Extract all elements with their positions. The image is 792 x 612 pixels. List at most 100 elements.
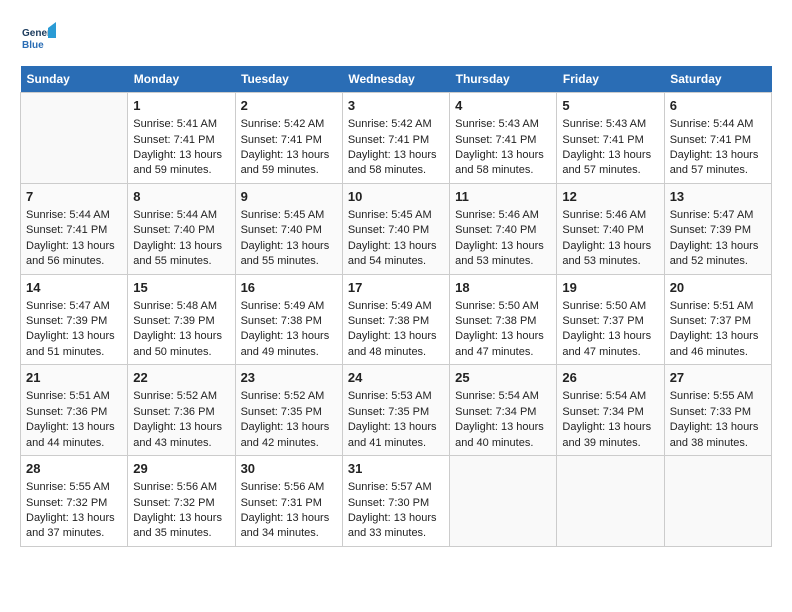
calendar-cell: 21Sunrise: 5:51 AMSunset: 7:36 PMDayligh… [21, 365, 128, 456]
sunrise-text: Sunrise: 5:56 AM [133, 480, 229, 495]
daylight-text: Daylight: 13 hours and 57 minutes. [670, 148, 766, 179]
day-header-sunday: Sunday [21, 66, 128, 93]
day-number: 28 [26, 460, 122, 478]
sunset-text: Sunset: 7:33 PM [670, 405, 766, 420]
sunset-text: Sunset: 7:41 PM [455, 133, 551, 148]
daylight-text: Daylight: 13 hours and 37 minutes. [26, 511, 122, 542]
sunrise-text: Sunrise: 5:51 AM [26, 389, 122, 404]
day-number: 22 [133, 369, 229, 387]
sunset-text: Sunset: 7:39 PM [26, 314, 122, 329]
sunrise-text: Sunrise: 5:45 AM [348, 208, 444, 223]
calendar-cell: 17Sunrise: 5:49 AMSunset: 7:38 PMDayligh… [342, 274, 449, 365]
sunset-text: Sunset: 7:30 PM [348, 496, 444, 511]
daylight-text: Daylight: 13 hours and 52 minutes. [670, 239, 766, 270]
calendar-cell: 15Sunrise: 5:48 AMSunset: 7:39 PMDayligh… [128, 274, 235, 365]
sunset-text: Sunset: 7:41 PM [26, 223, 122, 238]
day-number: 17 [348, 279, 444, 297]
sunset-text: Sunset: 7:36 PM [133, 405, 229, 420]
daylight-text: Daylight: 13 hours and 34 minutes. [241, 511, 337, 542]
day-number: 12 [562, 188, 658, 206]
calendar-cell: 18Sunrise: 5:50 AMSunset: 7:38 PMDayligh… [450, 274, 557, 365]
daylight-text: Daylight: 13 hours and 54 minutes. [348, 239, 444, 270]
daylight-text: Daylight: 13 hours and 35 minutes. [133, 511, 229, 542]
day-number: 11 [455, 188, 551, 206]
day-number: 8 [133, 188, 229, 206]
sunrise-text: Sunrise: 5:41 AM [133, 117, 229, 132]
calendar-cell [450, 456, 557, 547]
day-header-monday: Monday [128, 66, 235, 93]
daylight-text: Daylight: 13 hours and 58 minutes. [455, 148, 551, 179]
sunset-text: Sunset: 7:34 PM [455, 405, 551, 420]
calendar-cell: 2Sunrise: 5:42 AMSunset: 7:41 PMDaylight… [235, 93, 342, 184]
sunset-text: Sunset: 7:32 PM [133, 496, 229, 511]
sunset-text: Sunset: 7:34 PM [562, 405, 658, 420]
daylight-text: Daylight: 13 hours and 51 minutes. [26, 329, 122, 360]
calendar-cell: 9Sunrise: 5:45 AMSunset: 7:40 PMDaylight… [235, 183, 342, 274]
daylight-text: Daylight: 13 hours and 53 minutes. [562, 239, 658, 270]
calendar-cell [21, 93, 128, 184]
daylight-text: Daylight: 13 hours and 59 minutes. [241, 148, 337, 179]
logo: General Blue [20, 20, 60, 56]
sunset-text: Sunset: 7:40 PM [348, 223, 444, 238]
sunset-text: Sunset: 7:38 PM [348, 314, 444, 329]
sunset-text: Sunset: 7:39 PM [133, 314, 229, 329]
sunset-text: Sunset: 7:35 PM [241, 405, 337, 420]
calendar-cell: 13Sunrise: 5:47 AMSunset: 7:39 PMDayligh… [664, 183, 771, 274]
day-number: 19 [562, 279, 658, 297]
sunrise-text: Sunrise: 5:49 AM [241, 299, 337, 314]
daylight-text: Daylight: 13 hours and 41 minutes. [348, 420, 444, 451]
sunset-text: Sunset: 7:41 PM [241, 133, 337, 148]
sunset-text: Sunset: 7:36 PM [26, 405, 122, 420]
sunset-text: Sunset: 7:41 PM [562, 133, 658, 148]
day-number: 4 [455, 97, 551, 115]
page-header: General Blue [20, 20, 772, 56]
calendar-cell: 12Sunrise: 5:46 AMSunset: 7:40 PMDayligh… [557, 183, 664, 274]
daylight-text: Daylight: 13 hours and 42 minutes. [241, 420, 337, 451]
calendar-cell: 10Sunrise: 5:45 AMSunset: 7:40 PMDayligh… [342, 183, 449, 274]
sunset-text: Sunset: 7:40 PM [562, 223, 658, 238]
daylight-text: Daylight: 13 hours and 53 minutes. [455, 239, 551, 270]
sunset-text: Sunset: 7:38 PM [241, 314, 337, 329]
sunrise-text: Sunrise: 5:57 AM [348, 480, 444, 495]
day-number: 26 [562, 369, 658, 387]
daylight-text: Daylight: 13 hours and 40 minutes. [455, 420, 551, 451]
calendar-week-row: 21Sunrise: 5:51 AMSunset: 7:36 PMDayligh… [21, 365, 772, 456]
sunset-text: Sunset: 7:35 PM [348, 405, 444, 420]
daylight-text: Daylight: 13 hours and 47 minutes. [562, 329, 658, 360]
calendar-cell: 19Sunrise: 5:50 AMSunset: 7:37 PMDayligh… [557, 274, 664, 365]
daylight-text: Daylight: 13 hours and 49 minutes. [241, 329, 337, 360]
day-number: 16 [241, 279, 337, 297]
day-number: 5 [562, 97, 658, 115]
calendar-cell: 1Sunrise: 5:41 AMSunset: 7:41 PMDaylight… [128, 93, 235, 184]
day-number: 29 [133, 460, 229, 478]
calendar-cell: 11Sunrise: 5:46 AMSunset: 7:40 PMDayligh… [450, 183, 557, 274]
sunrise-text: Sunrise: 5:53 AM [348, 389, 444, 404]
sunrise-text: Sunrise: 5:47 AM [670, 208, 766, 223]
daylight-text: Daylight: 13 hours and 55 minutes. [133, 239, 229, 270]
sunrise-text: Sunrise: 5:52 AM [133, 389, 229, 404]
sunrise-text: Sunrise: 5:52 AM [241, 389, 337, 404]
logo-icon: General Blue [20, 20, 56, 56]
sunset-text: Sunset: 7:41 PM [348, 133, 444, 148]
sunset-text: Sunset: 7:40 PM [133, 223, 229, 238]
day-number: 14 [26, 279, 122, 297]
sunrise-text: Sunrise: 5:51 AM [670, 299, 766, 314]
calendar-cell: 27Sunrise: 5:55 AMSunset: 7:33 PMDayligh… [664, 365, 771, 456]
sunset-text: Sunset: 7:40 PM [455, 223, 551, 238]
calendar-cell: 6Sunrise: 5:44 AMSunset: 7:41 PMDaylight… [664, 93, 771, 184]
day-number: 9 [241, 188, 337, 206]
calendar-week-row: 28Sunrise: 5:55 AMSunset: 7:32 PMDayligh… [21, 456, 772, 547]
sunset-text: Sunset: 7:38 PM [455, 314, 551, 329]
sunrise-text: Sunrise: 5:44 AM [26, 208, 122, 223]
calendar-cell: 29 Sunrise: 5:56 AMSunset: 7:32 PMDayligh… [128, 456, 235, 547]
daylight-text: Daylight: 13 hours and 50 minutes. [133, 329, 229, 360]
calendar-cell: 25Sunrise: 5:54 AMSunset: 7:34 PMDayligh… [450, 365, 557, 456]
day-header-tuesday: Tuesday [235, 66, 342, 93]
sunrise-text: Sunrise: 5:42 AM [241, 117, 337, 132]
calendar-cell [557, 456, 664, 547]
daylight-text: Daylight: 13 hours and 57 minutes. [562, 148, 658, 179]
calendar-header-row: SundayMondayTuesdayWednesdayThursdayFrid… [21, 66, 772, 93]
sunrise-text: Sunrise: 5:48 AM [133, 299, 229, 314]
sunrise-text: Sunrise: 5:54 AM [562, 389, 658, 404]
sunset-text: Sunset: 7:39 PM [670, 223, 766, 238]
